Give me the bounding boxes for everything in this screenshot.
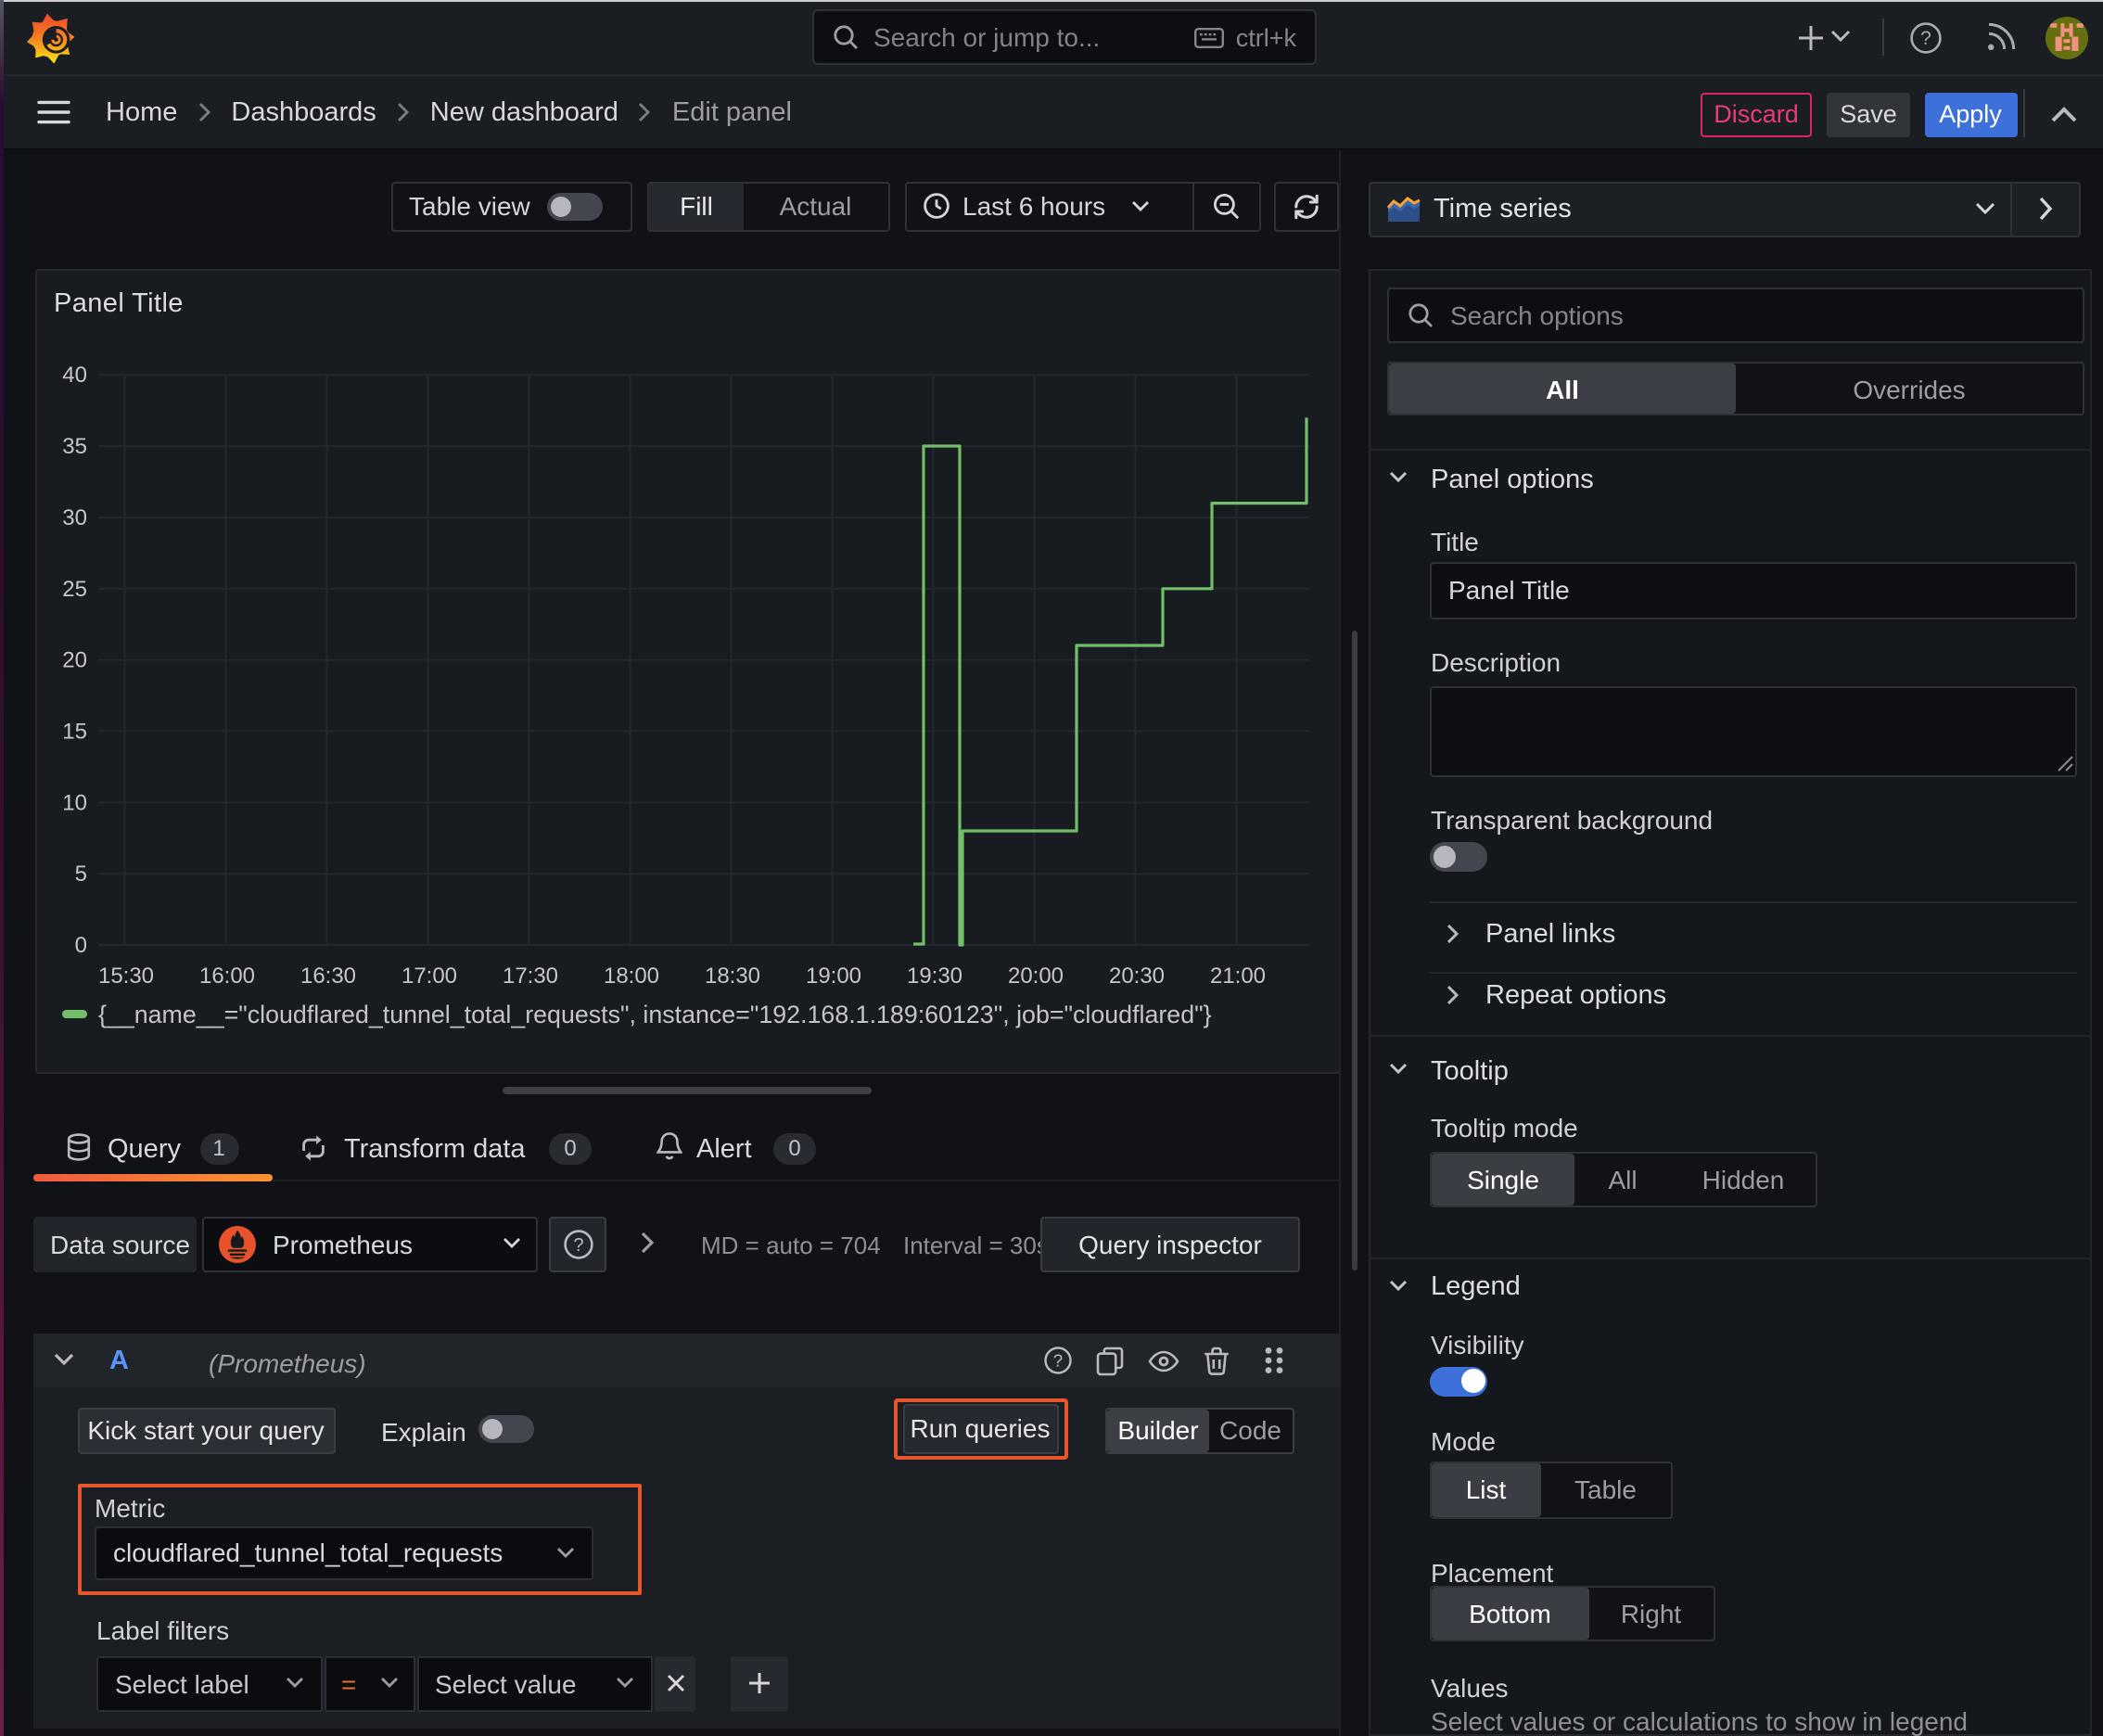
svg-text:40: 40 [62,363,87,388]
svg-text:20:30: 20:30 [1109,964,1165,989]
svg-text:19:30: 19:30 [907,964,962,989]
svg-text:15:30: 15:30 [98,964,154,989]
svg-text:30: 30 [62,505,87,530]
svg-text:0: 0 [75,933,87,958]
svg-text:{__name__="cloudflared_tunnel_: {__name__="cloudflared_tunnel_total_requ… [98,1001,1212,1028]
svg-text:20:00: 20:00 [1008,964,1064,989]
svg-text:?: ? [572,1234,582,1255]
svg-text:?: ? [1053,1351,1063,1371]
svg-text:21:00: 21:00 [1210,964,1266,989]
svg-text:?: ? [1920,28,1931,49]
svg-text:5: 5 [75,862,87,887]
svg-text:18:00: 18:00 [604,964,659,989]
svg-text:19:00: 19:00 [806,964,861,989]
svg-text:17:30: 17:30 [503,964,558,989]
svg-text:16:00: 16:00 [199,964,255,989]
svg-text:25: 25 [62,577,87,602]
svg-text:16:30: 16:30 [300,964,356,989]
svg-text:15: 15 [62,719,87,744]
svg-text:18:30: 18:30 [705,964,760,989]
svg-text:35: 35 [62,434,87,459]
svg-text:10: 10 [62,790,87,815]
svg-text:20: 20 [62,648,87,673]
svg-text:17:00: 17:00 [401,964,457,989]
